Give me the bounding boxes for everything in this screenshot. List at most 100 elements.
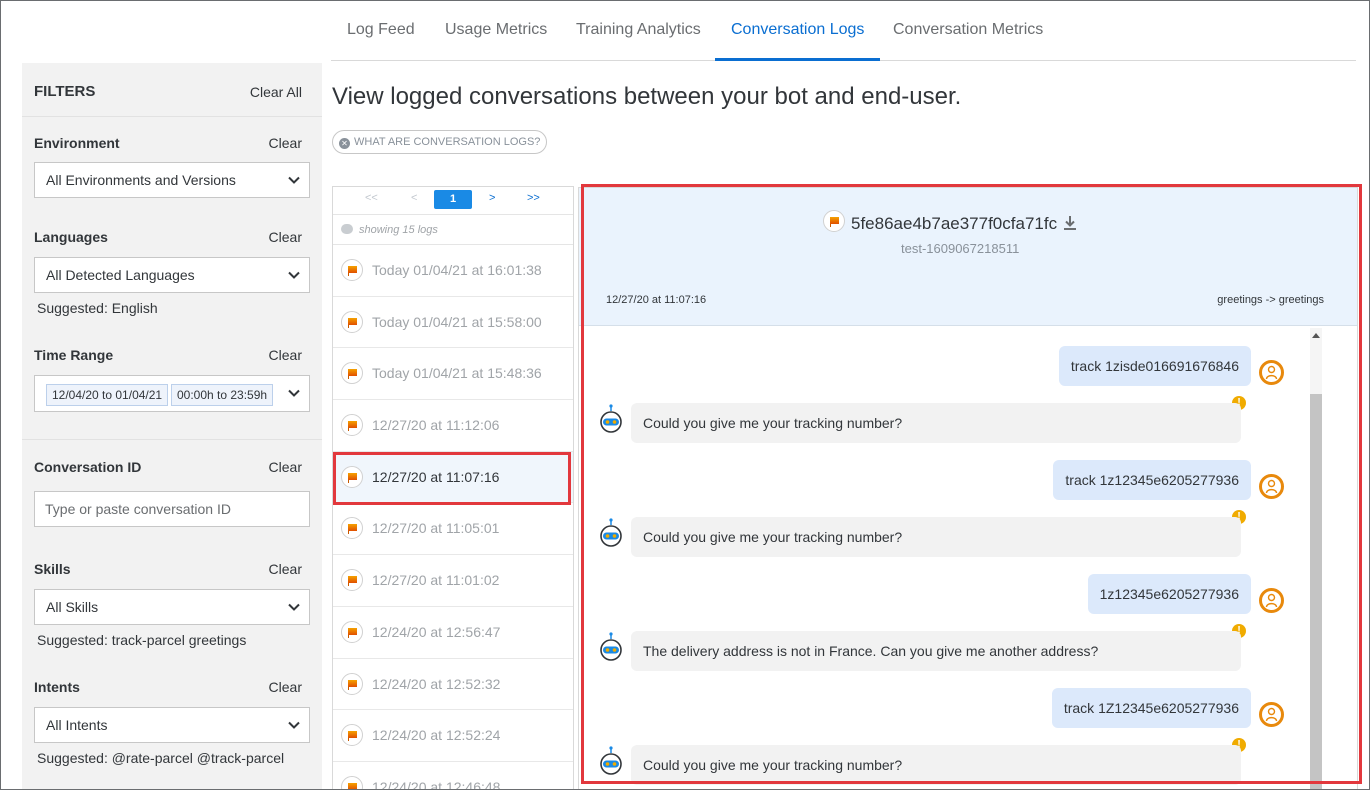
log-item[interactable]: Today 01/04/21 at 15:58:00: [333, 297, 573, 349]
skills-select[interactable]: All Skills: [34, 589, 310, 625]
bot-message: Could you give me your tracking number?: [631, 745, 1241, 785]
log-item[interactable]: 12/27/20 at 11:05:01: [333, 503, 573, 556]
what-are-conversation-logs-button[interactable]: ✕ WHAT ARE CONVERSATION LOGS?: [332, 130, 548, 154]
log-item[interactable]: 12/27/20 at 11:12:06: [333, 400, 573, 452]
bot-message: Could you give me your tracking number?: [631, 517, 1241, 557]
log-item[interactable]: 12/24/20 at 12:46:48: [333, 762, 573, 789]
log-item-label: 12/24/20 at 12:56:47: [372, 623, 501, 640]
log-item-label: 12/24/20 at 12:52:24: [372, 727, 501, 744]
user-message: track 1z12345e6205277936: [1053, 460, 1251, 500]
user-message: track 1zisde016691676846: [1058, 346, 1251, 386]
environment-select[interactable]: All Environments and Versions: [34, 162, 310, 198]
filters-header: FILTERS Clear All: [22, 63, 322, 117]
user-avatar-icon: [1259, 360, 1284, 385]
scroll-up-arrow[interactable]: [1312, 333, 1320, 338]
flag-icon: [341, 310, 363, 333]
log-item[interactable]: 12/27/20 at 11:07:16: [333, 451, 573, 504]
log-list: << < 1 > >> showing 15 logs Today 01/04/…: [332, 186, 574, 789]
skills-suggested: Suggested: track-parcel greetings: [37, 632, 247, 648]
filters-sidebar: FILTERS Clear All Environment Clear All …: [22, 63, 322, 789]
bot-avatar-icon: [598, 518, 624, 548]
intents-suggested: Suggested: @rate-parcel @track-parcel: [37, 750, 285, 766]
bot-message: The delivery address is not in France. C…: [631, 631, 1241, 671]
last-page-button[interactable]: >>: [527, 192, 540, 204]
log-item-label: Today 01/04/21 at 15:48:36: [372, 365, 542, 382]
scrollbar-thumb[interactable]: [1310, 394, 1322, 789]
conversation-subtitle: test-1609067218511: [901, 241, 1020, 256]
log-item[interactable]: 12/24/20 at 12:56:47: [333, 607, 573, 659]
flag-icon: [341, 672, 363, 695]
conversation-date: 12/27/20 at 11:07:16: [606, 294, 707, 306]
log-item-label: 12/27/20 at 11:01:02: [372, 572, 500, 589]
conversation-header: 5fe86ae4b7ae377f0cfa71fc test-1609067218…: [579, 188, 1357, 326]
info-pill-label: WHAT ARE CONVERSATION LOGS?: [354, 136, 541, 148]
conversation-id-label: Conversation ID: [34, 459, 142, 475]
prev-page-button[interactable]: <: [411, 192, 417, 204]
environment-label: Environment: [34, 135, 120, 151]
tab-bar: Log Feed Usage Metrics Training Analytic…: [331, 1, 1356, 61]
conversation-id-clear-button[interactable]: Clear: [269, 459, 302, 475]
languages-label: Languages: [34, 229, 108, 245]
clear-all-button[interactable]: Clear All: [250, 84, 302, 100]
tab-conversation-metrics[interactable]: Conversation Metrics: [877, 1, 1059, 61]
flag-icon: [823, 210, 845, 232]
tab-log-feed[interactable]: Log Feed: [331, 1, 431, 61]
bot-avatar-icon: [598, 404, 624, 434]
languages-clear-button[interactable]: Clear: [269, 229, 302, 245]
user-avatar-icon: [1259, 474, 1284, 499]
log-item-label: 12/27/20 at 11:07:16: [372, 468, 500, 485]
tab-training-analytics[interactable]: Training Analytics: [560, 1, 717, 61]
download-icon[interactable]: [1063, 215, 1077, 231]
conversation-id-row: 5fe86ae4b7ae377f0cfa71fc: [823, 210, 1077, 234]
languages-suggested: Suggested: English: [37, 300, 158, 316]
next-page-button[interactable]: >: [489, 192, 495, 204]
page-title: View logged conversations between your b…: [332, 83, 962, 110]
close-circle-icon: ✕: [339, 138, 350, 149]
languages-select-value: All Detected Languages: [46, 267, 195, 283]
time-range-clear-button[interactable]: Clear: [269, 347, 302, 363]
current-page[interactable]: 1: [434, 190, 472, 209]
chevron-down-icon: [288, 271, 300, 279]
bot-avatar-icon: [598, 746, 624, 776]
app-frame: Log Feed Usage Metrics Training Analytic…: [0, 0, 1370, 790]
languages-select[interactable]: All Detected Languages: [34, 257, 310, 293]
time-range-label: Time Range: [34, 347, 114, 363]
bot-message: Could you give me your tracking number?: [631, 403, 1241, 443]
environment-select-value: All Environments and Versions: [46, 172, 236, 188]
first-page-button[interactable]: <<: [365, 192, 378, 204]
time-range-select[interactable]: 12/04/20 to 01/04/21 00:00h to 23:59h: [34, 375, 310, 412]
log-item-label: Today 01/04/21 at 16:01:38: [372, 262, 542, 278]
log-item[interactable]: 12/24/20 at 12:52:24: [333, 710, 573, 762]
showing-count: showing 15 logs: [333, 215, 573, 245]
user-avatar-icon: [1259, 588, 1284, 613]
log-item[interactable]: 12/27/20 at 11:01:02: [333, 555, 573, 607]
chevron-down-icon: [288, 721, 300, 729]
flag-icon: [341, 259, 363, 281]
chat-bubble-icon: [341, 224, 353, 234]
intents-clear-button[interactable]: Clear: [269, 679, 302, 695]
log-item-label: 12/27/20 at 11:05:01: [372, 520, 500, 537]
filters-title: FILTERS: [34, 83, 96, 100]
tab-conversation-logs[interactable]: Conversation Logs: [715, 1, 881, 61]
conversation-skills: greetings -> greetings: [1217, 294, 1324, 306]
skills-clear-button[interactable]: Clear: [269, 561, 302, 577]
flag-icon: [341, 517, 363, 540]
flag-icon: [341, 724, 363, 747]
log-item[interactable]: Today 01/04/21 at 15:48:36: [333, 348, 573, 401]
chevron-down-icon: [288, 603, 300, 611]
log-item[interactable]: 12/24/20 at 12:52:32: [333, 659, 573, 711]
flag-icon: [341, 569, 363, 592]
log-item[interactable]: Today 01/04/21 at 16:01:38: [333, 245, 573, 297]
environment-clear-button[interactable]: Clear: [269, 135, 302, 151]
flag-icon: [341, 414, 363, 437]
flag-icon: [341, 775, 363, 789]
date-range-chip[interactable]: 12/04/20 to 01/04/21: [46, 384, 169, 406]
pagination: << < 1 > >>: [333, 187, 573, 215]
intents-select[interactable]: All Intents: [34, 707, 310, 743]
skills-label: Skills: [34, 561, 71, 577]
conversation-id-input[interactable]: [34, 491, 310, 527]
hour-range-chip[interactable]: 00:00h to 23:59h: [171, 384, 274, 406]
log-item-label: 12/27/20 at 11:12:06: [372, 417, 500, 434]
tab-usage-metrics[interactable]: Usage Metrics: [429, 1, 563, 61]
log-item-label: Today 01/04/21 at 15:58:00: [372, 313, 542, 330]
